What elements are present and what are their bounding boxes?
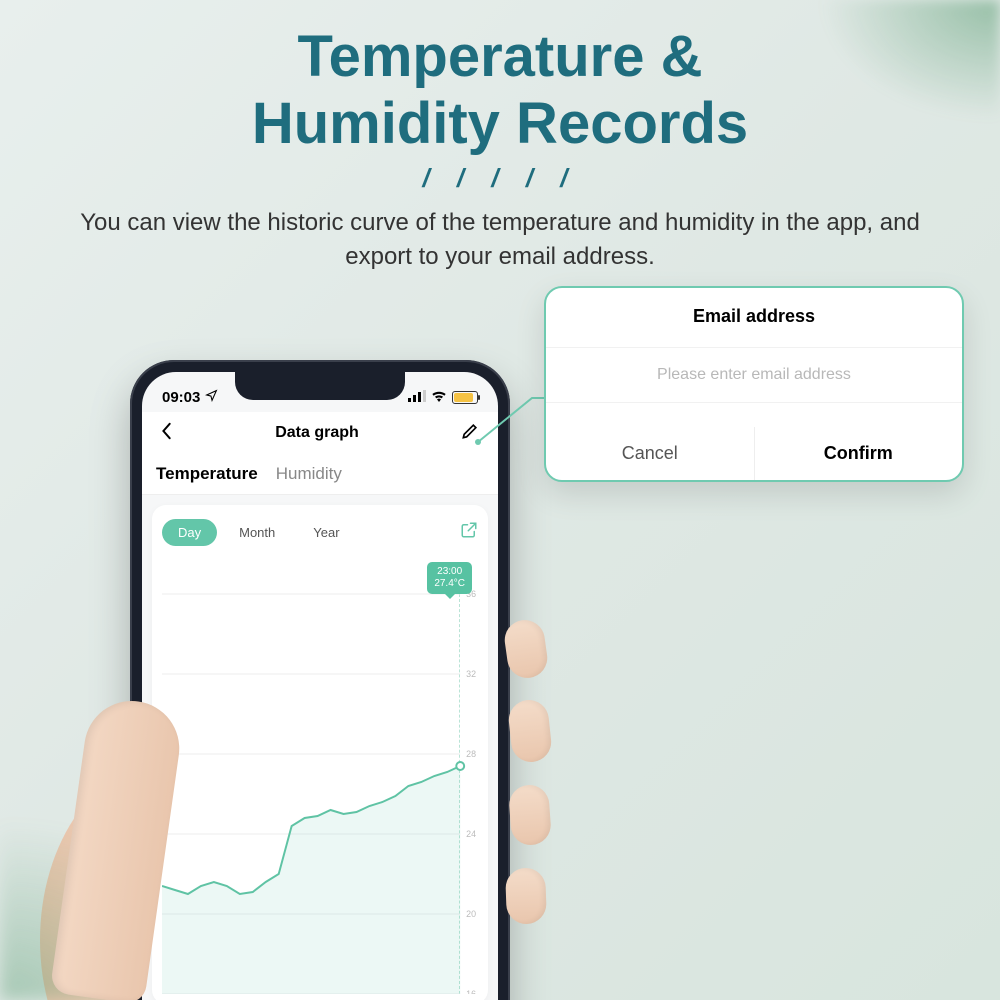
decorative-leaf-top-right [820, 0, 1000, 120]
tab-temperature[interactable]: Temperature [156, 464, 258, 484]
svg-text:28: 28 [466, 749, 476, 759]
range-year[interactable]: Year [297, 519, 355, 546]
location-icon [205, 389, 218, 406]
export-button[interactable] [460, 521, 478, 544]
back-button[interactable] [160, 420, 174, 446]
temperature-chart[interactable]: 23:00 27.4°C 162024283236 [162, 564, 478, 994]
hand-finger [508, 784, 552, 847]
hero-slashes: / / / / / [0, 163, 1000, 194]
signal-icon [408, 389, 426, 406]
hero-subtitle: You can view the historic curve of the t… [60, 206, 940, 273]
tooltip-time: 23:00 [434, 566, 465, 578]
svg-text:20: 20 [466, 909, 476, 919]
hand-finger [507, 698, 553, 764]
dialog-title: Email address [546, 288, 962, 347]
phone-screen: 09:03 Data graph [142, 372, 498, 1000]
phone-frame: 09:03 Data graph [130, 360, 510, 1000]
page-title: Data graph [275, 424, 359, 442]
svg-text:32: 32 [466, 669, 476, 679]
email-input[interactable]: Please enter email address [546, 347, 962, 403]
status-time: 09:03 [162, 389, 200, 406]
chart-card: Day Month Year 23:00 27.4°C 162024283236 [152, 505, 488, 1000]
svg-text:16: 16 [466, 989, 476, 994]
tab-humidity[interactable]: Humidity [276, 464, 342, 484]
tooltip-value: 27.4°C [434, 578, 465, 590]
svg-text:24: 24 [466, 829, 476, 839]
phone-notch [235, 372, 405, 400]
wifi-icon [431, 389, 447, 406]
cancel-button[interactable]: Cancel [546, 427, 755, 480]
range-month[interactable]: Month [223, 519, 291, 546]
hand-finger [505, 867, 547, 924]
confirm-button[interactable]: Confirm [755, 427, 963, 480]
app-header: Data graph [142, 412, 498, 456]
email-export-dialog: Email address Please enter email address… [544, 286, 964, 482]
metric-tabs: Temperature Humidity [142, 456, 498, 495]
chart-tooltip: 23:00 27.4°C [427, 562, 472, 594]
range-day[interactable]: Day [162, 519, 217, 546]
range-selector: Day Month Year [162, 519, 356, 546]
